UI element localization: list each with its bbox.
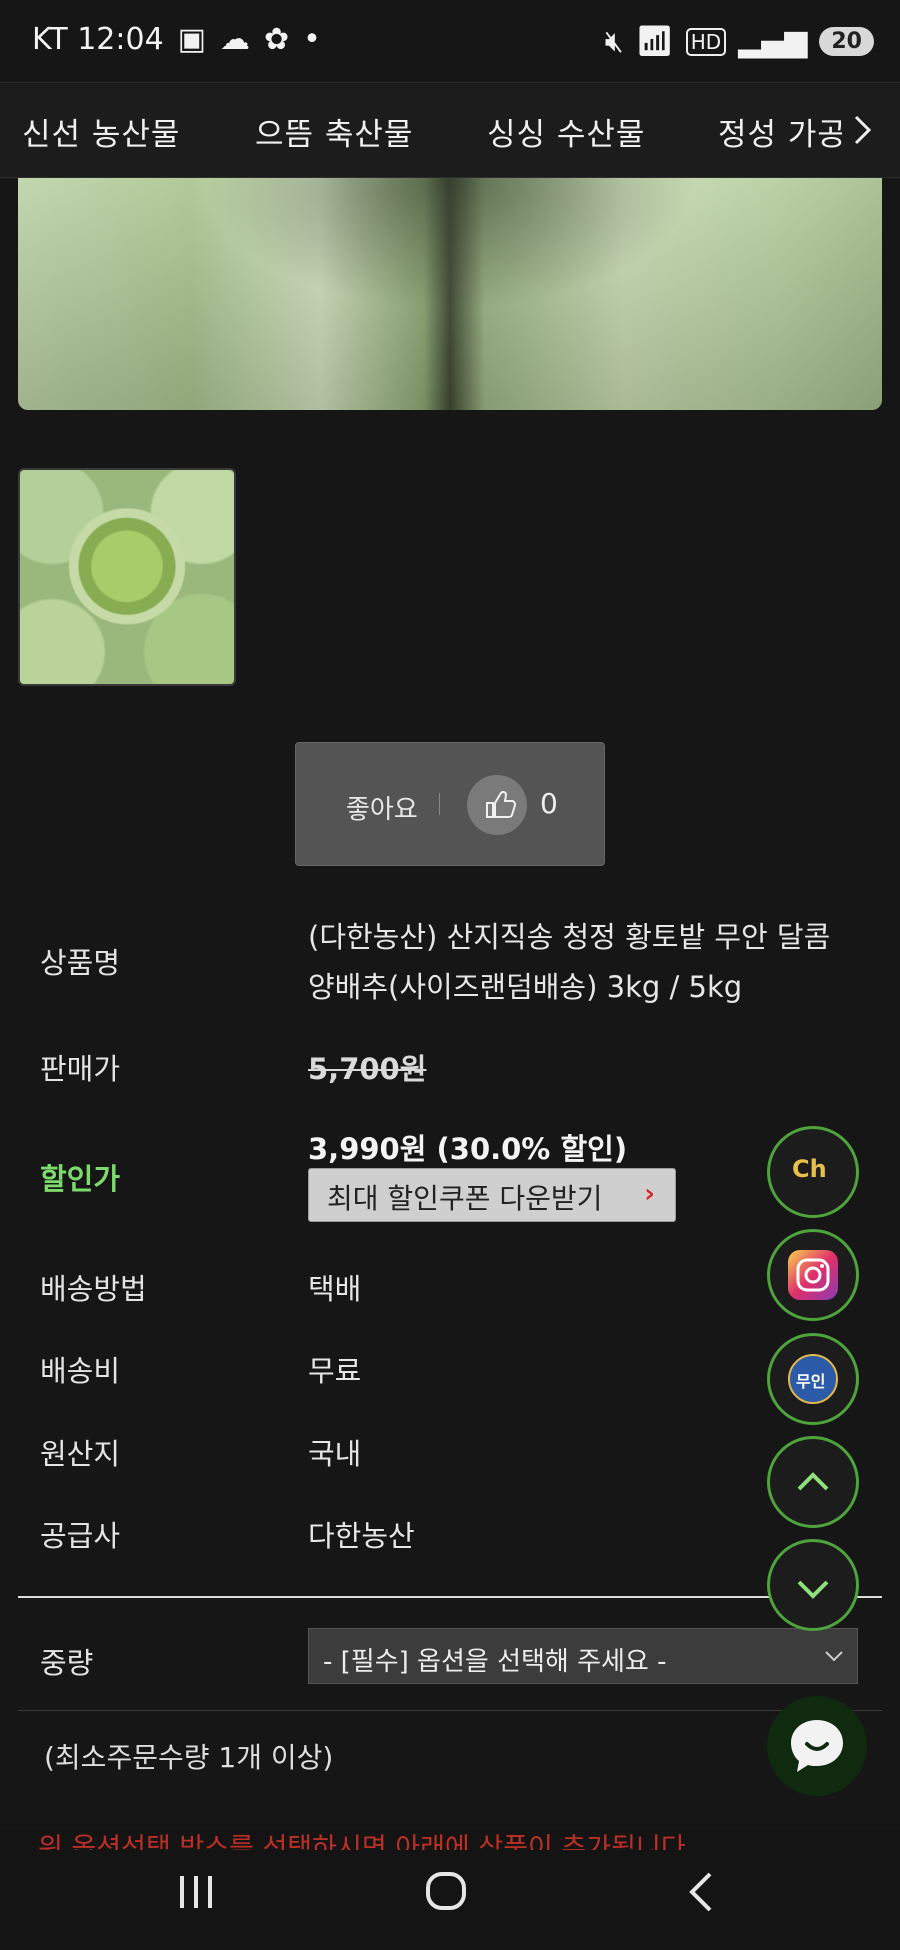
cloud-icon: ☁ bbox=[220, 22, 251, 57]
supplier-label: 공급사 bbox=[40, 1519, 121, 1553]
like-label: 좋아요 bbox=[346, 795, 418, 825]
weight-option-select[interactable]: - [필수] 옵션을 선택해 주세요 - bbox=[308, 1628, 858, 1684]
instagram-icon bbox=[788, 1250, 838, 1300]
scroll-bottom-button[interactable] bbox=[767, 1539, 859, 1631]
product-thumbnail[interactable] bbox=[18, 468, 236, 686]
kakao-button[interactable]: 무인 bbox=[767, 1333, 859, 1425]
kakao-icon: 무인 bbox=[788, 1354, 838, 1404]
battery-indicator: 20 bbox=[819, 27, 874, 56]
hd-badge: HD bbox=[685, 27, 727, 56]
delivery-method-label: 배송방법 bbox=[40, 1272, 147, 1306]
original-price: 5,700원 bbox=[308, 1052, 427, 1086]
sale-price-label: 할인가 bbox=[40, 1162, 121, 1196]
channel-chat-button[interactable]: Ch bbox=[767, 1126, 859, 1218]
channel-label: Ch bbox=[792, 1155, 827, 1183]
mute-icon: 🔇︎ bbox=[604, 24, 624, 59]
weight-label: 중량 bbox=[40, 1646, 94, 1680]
shipping-fee-label: 배송비 bbox=[40, 1354, 121, 1388]
weight-select-value: - [필수] 옵션을 선택해 주세요 - bbox=[323, 1647, 667, 1677]
sale-price: 3,990원 (30.0% 할인) bbox=[308, 1132, 628, 1166]
nav-next-arrow[interactable] bbox=[842, 105, 882, 155]
price-label: 판매가 bbox=[40, 1052, 121, 1086]
nav-item-seafood[interactable]: 싱싱 수산물 bbox=[487, 109, 645, 154]
chevron-up-icon bbox=[797, 1472, 829, 1491]
divider bbox=[18, 1596, 882, 1598]
dot-icon: • bbox=[303, 22, 321, 57]
origin-label: 원산지 bbox=[40, 1437, 121, 1471]
status-bar: KT 12:04 ▣ ☁ ✿ • 🔇︎ 📶︎ HD ▂▄▆ 20 bbox=[0, 0, 900, 82]
category-nav: 신선 농산물 으뜸 축산물 싱싱 수산물 정성 가공 bbox=[0, 82, 900, 178]
delivery-method-value: 택배 bbox=[308, 1272, 362, 1306]
coupon-button-label: 최대 할인쿠폰 다운받기 bbox=[327, 1182, 603, 1215]
scroll-top-button[interactable] bbox=[767, 1436, 859, 1528]
shipping-fee-value: 무료 bbox=[308, 1354, 362, 1388]
home-icon[interactable] bbox=[424, 1870, 470, 1914]
leaf-icon: ✿ bbox=[264, 22, 290, 57]
supplier-value: 다한농산 bbox=[308, 1519, 415, 1553]
product-name-label: 상품명 bbox=[40, 946, 121, 980]
divider bbox=[439, 793, 440, 815]
thumbs-up-icon[interactable] bbox=[467, 775, 527, 835]
chevron-right-icon: › bbox=[644, 1179, 655, 1209]
origin-value: 국내 bbox=[308, 1437, 362, 1471]
chat-button[interactable] bbox=[767, 1696, 867, 1796]
like-count: 0 bbox=[540, 787, 558, 820]
divider bbox=[18, 1710, 882, 1711]
min-order-text: (최소주문수량 1개 이상) bbox=[44, 1741, 334, 1774]
instagram-button[interactable] bbox=[767, 1229, 859, 1321]
product-main-image bbox=[18, 178, 882, 410]
back-icon[interactable] bbox=[686, 1870, 716, 1914]
nav-item-produce[interactable]: 신선 농산물 bbox=[22, 109, 180, 154]
wifi-icon: 📶︎ bbox=[635, 24, 674, 59]
signal-icon: ▂▄▆ bbox=[738, 24, 808, 59]
nav-item-livestock[interactable]: 으뜸 축산물 bbox=[255, 109, 413, 154]
nav-item-processed[interactable]: 정성 가공 bbox=[718, 109, 847, 154]
product-name-line2: 양배추(사이즈랜덤배송) 3kg / 5kg bbox=[308, 970, 743, 1004]
carrier-time: KT 12:04 bbox=[32, 22, 164, 57]
chat-bubble-icon bbox=[791, 1720, 843, 1772]
chevron-right-icon bbox=[854, 115, 872, 145]
chevron-down-icon bbox=[797, 1580, 829, 1599]
recent-apps-icon[interactable] bbox=[176, 1872, 216, 1912]
kakao-label: 무인 bbox=[796, 1372, 826, 1391]
chevron-down-icon bbox=[825, 1651, 843, 1662]
screenshot-icon: ▣ bbox=[177, 22, 207, 57]
product-name-line1: (다한농산) 산지직송 청정 황토밭 무안 달콤 bbox=[308, 920, 831, 954]
coupon-download-button[interactable]: 최대 할인쿠폰 다운받기 › bbox=[308, 1168, 676, 1222]
like-box[interactable]: 좋아요 0 bbox=[295, 742, 605, 866]
